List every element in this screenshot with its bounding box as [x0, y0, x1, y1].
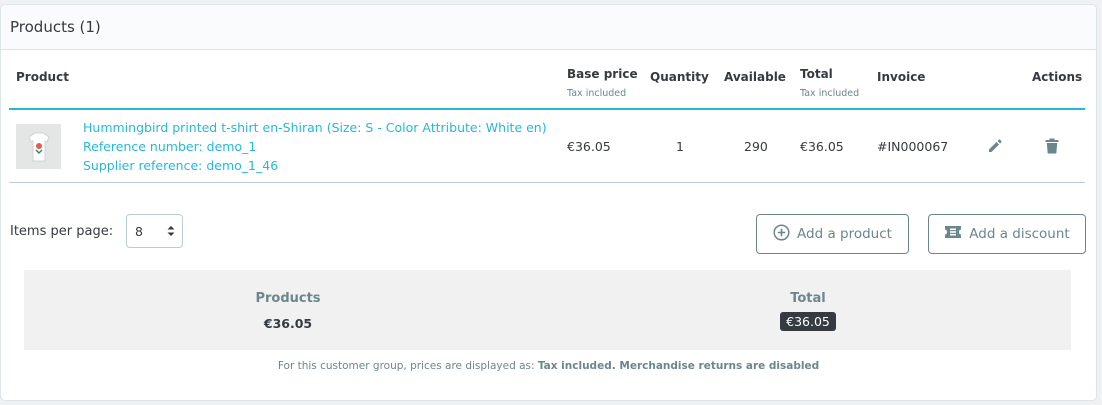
header-product: Product — [16, 70, 69, 84]
header-quantity: Quantity — [650, 70, 709, 84]
product-name-link[interactable]: Hummingbird printed t-shirt en-Shiran (S… — [83, 120, 547, 135]
table-row-divider — [9, 182, 1085, 183]
delete-product-button[interactable] — [1042, 138, 1062, 158]
card-header: Products (1) — [1, 5, 1096, 50]
select-caret-icon — [167, 225, 175, 237]
footer-note-prefix: For this customer group, prices are disp… — [277, 360, 538, 372]
summary-total-badge: €36.05 — [780, 312, 836, 331]
footer-note-returns: Merchandise returns are disabled — [619, 360, 820, 372]
row-invoice: #IN000067 — [877, 139, 949, 154]
header-available: Available — [724, 70, 786, 84]
trash-icon — [1045, 138, 1059, 158]
add-discount-label: Add a discount — [969, 226, 1070, 242]
summary-total-wrap: €36.05 — [708, 311, 908, 331]
items-per-page-value: 8 — [135, 224, 143, 239]
pencil-icon — [987, 138, 1003, 158]
header-actions: Actions — [1032, 70, 1083, 84]
add-product-button[interactable]: Add a product — [756, 214, 909, 254]
row-total: €36.05 — [800, 139, 844, 154]
header-total: Total — [800, 67, 833, 81]
order-summary — [24, 270, 1071, 350]
summary-products-label: Products — [255, 291, 321, 306]
header-total-sub: Tax included — [800, 88, 860, 99]
product-supplier-reference-link[interactable]: Supplier reference: demo_1_46 — [83, 158, 278, 173]
edit-product-button[interactable] — [985, 138, 1005, 158]
row-base-price: €36.05 — [567, 139, 611, 154]
card-title: Products (1) — [10, 18, 101, 36]
plus-circle-icon — [773, 223, 790, 245]
ticket-icon — [944, 225, 962, 243]
summary-products-value: €36.05 — [263, 316, 313, 331]
add-product-label: Add a product — [797, 226, 892, 242]
summary-total-label: Total — [790, 291, 826, 306]
table-header-divider — [9, 108, 1085, 110]
product-reference-link[interactable]: Reference number: demo_1 — [83, 139, 256, 154]
row-available: 290 — [744, 139, 768, 154]
footer-note-tax: Tax included — [537, 360, 612, 372]
row-quantity: 1 — [676, 139, 684, 154]
footer-note: For this customer group, prices are disp… — [277, 360, 820, 372]
items-per-page-label: Items per page: — [10, 224, 114, 239]
items-per-page-select[interactable]: 8 — [126, 214, 183, 248]
header-base-price-sub: Tax included — [567, 88, 627, 99]
product-thumbnail[interactable] — [16, 124, 61, 169]
header-invoice: Invoice — [877, 70, 926, 84]
add-discount-button[interactable]: Add a discount — [928, 214, 1086, 254]
header-base-price: Base price — [567, 67, 638, 81]
